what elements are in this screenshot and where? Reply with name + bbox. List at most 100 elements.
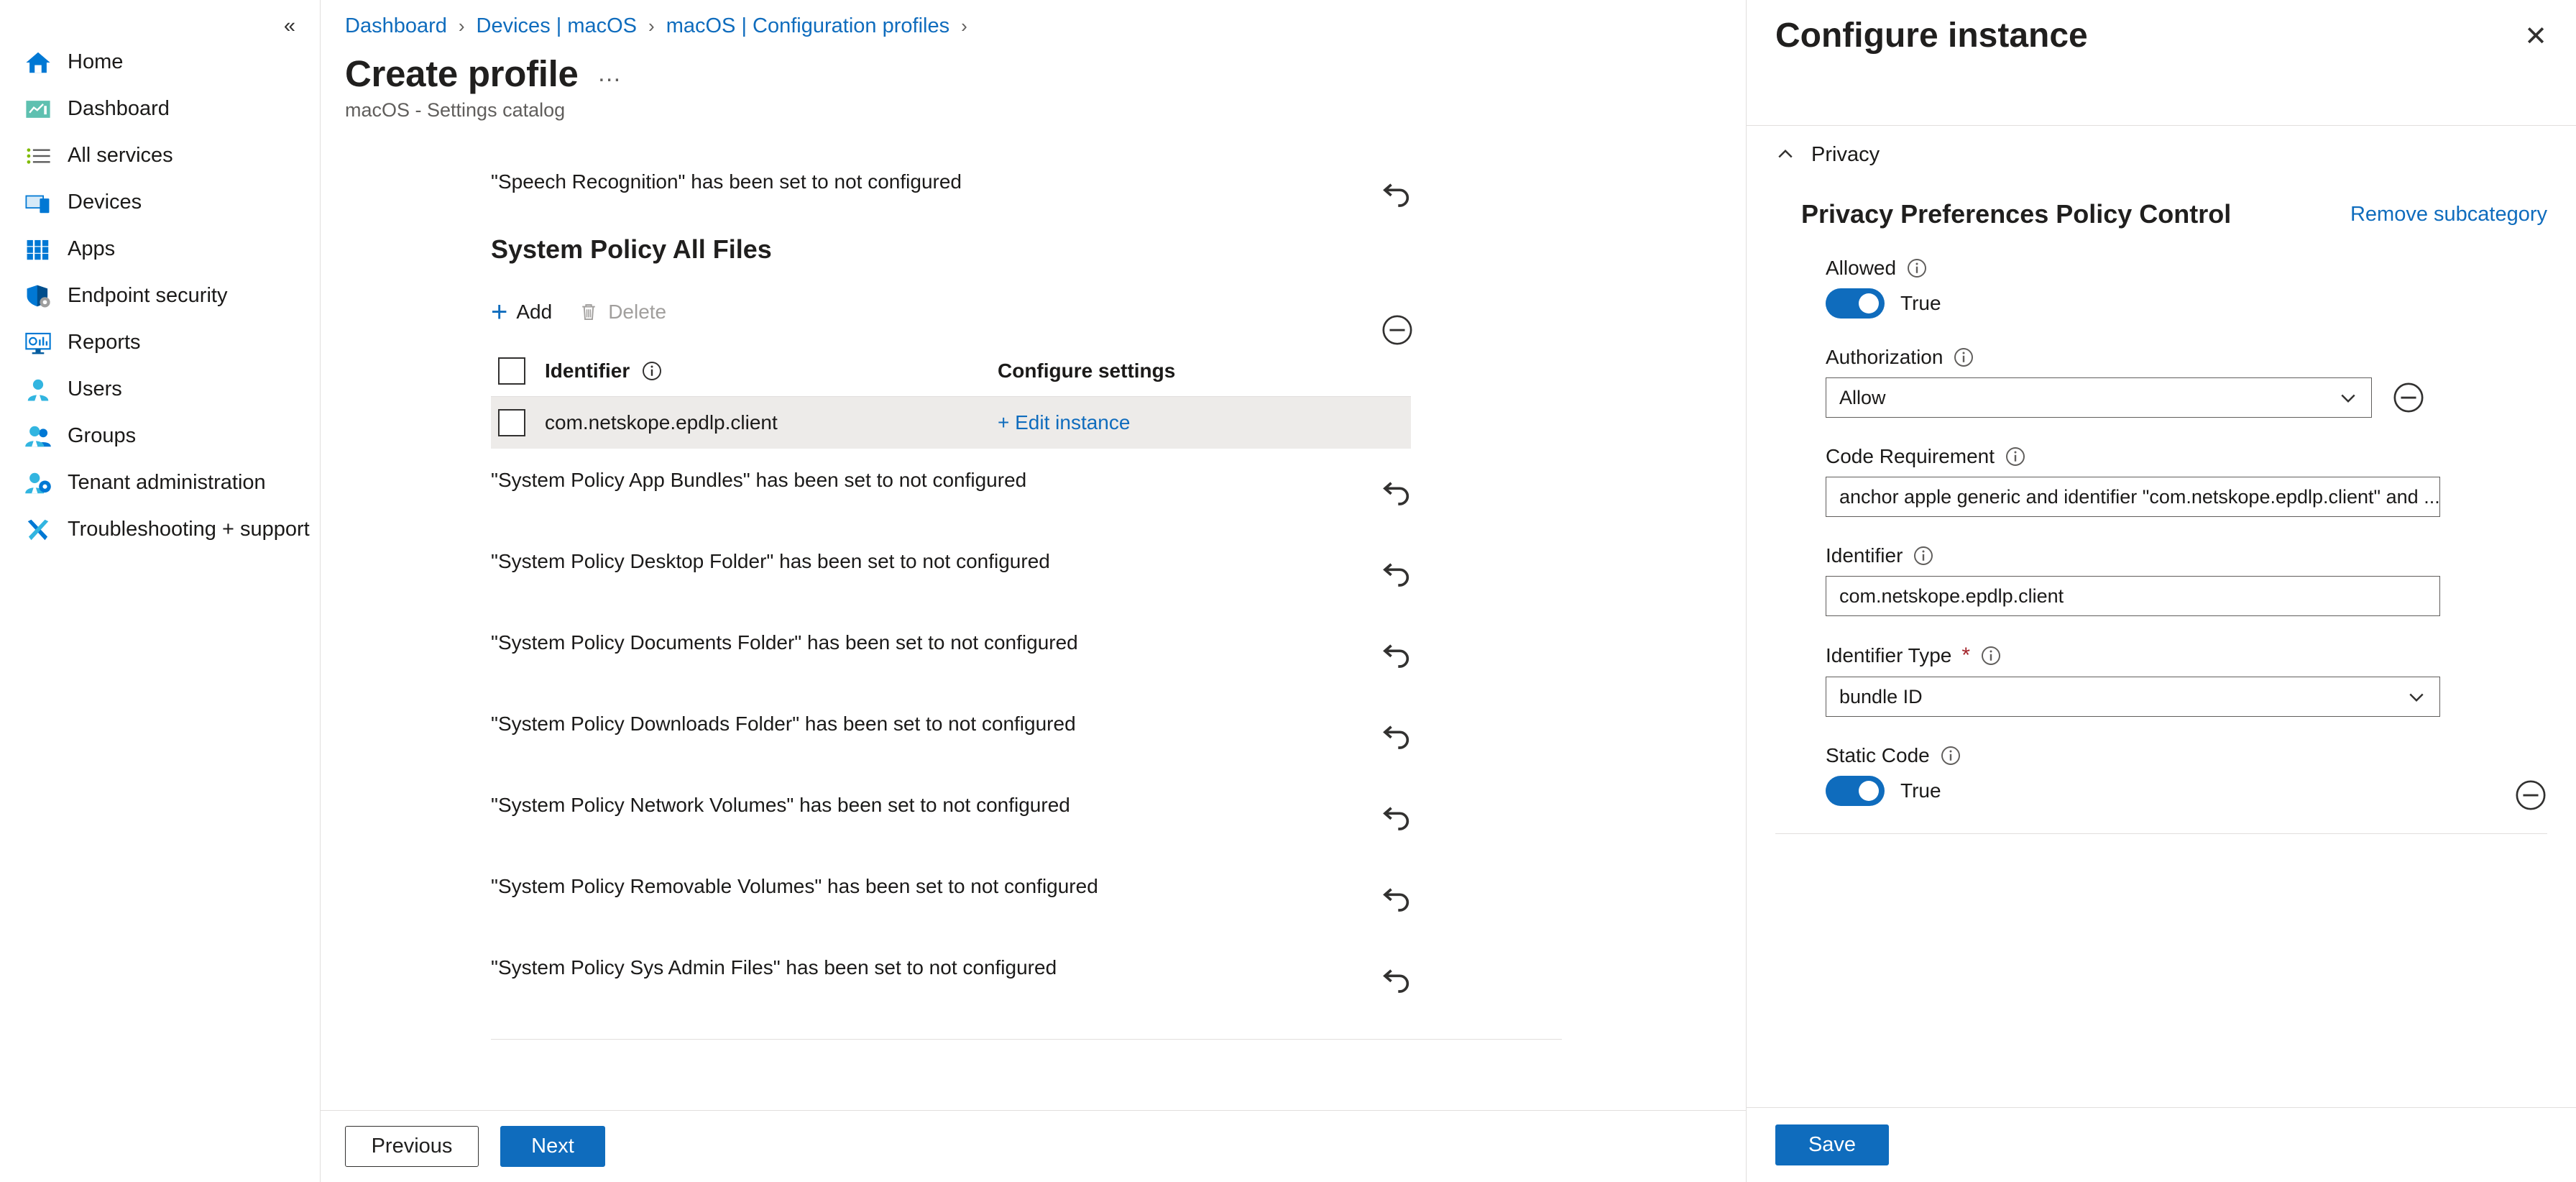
settings-list: "Speech Recognition" has been set to not… bbox=[345, 150, 1562, 1040]
info-icon[interactable] bbox=[1940, 745, 1961, 766]
undo-arrow-icon[interactable] bbox=[1376, 557, 1414, 595]
field-static-code-label: Static Code bbox=[1826, 744, 2547, 767]
remove-subcategory-link[interactable]: Remove subcategory bbox=[2350, 203, 2547, 226]
chevron-down-icon bbox=[2341, 394, 2355, 403]
content-divider bbox=[491, 1039, 1562, 1040]
row-checkbox[interactable] bbox=[498, 409, 525, 436]
previous-button[interactable]: Previous bbox=[345, 1126, 479, 1167]
ellipsis-icon[interactable]: … bbox=[597, 61, 623, 86]
sidebar-item-label: All services bbox=[68, 144, 173, 167]
minus-circle-icon[interactable] bbox=[1381, 313, 1414, 347]
sidebar-item-label: Apps bbox=[68, 237, 116, 260]
table-row[interactable]: com.netskope.epdlp.client + Edit instanc… bbox=[491, 397, 1411, 449]
setting-row: "System Policy Sys Admin Files" has been… bbox=[345, 936, 1459, 1017]
panel-title: Configure instance bbox=[1775, 17, 2088, 55]
field-static-code: Static Code True bbox=[1775, 744, 2547, 810]
authorization-control-row: Allow bbox=[1826, 377, 2547, 418]
sidebar-item-tenant-administration[interactable]: Tenant administration bbox=[0, 459, 320, 506]
sidebar-item-groups[interactable]: Groups bbox=[0, 413, 320, 459]
save-button[interactable]: Save bbox=[1775, 1124, 1889, 1165]
identifier-type-select[interactable]: bundle ID bbox=[1826, 677, 2440, 717]
sidebar-item-dashboard[interactable]: Dashboard bbox=[0, 86, 320, 132]
sidebar-item-apps[interactable]: Apps bbox=[0, 226, 320, 272]
sidebar-item-label: Groups bbox=[68, 424, 137, 447]
panel-header: Configure instance ✕ bbox=[1747, 0, 2576, 126]
panel-section-divider bbox=[1775, 833, 2547, 834]
code-requirement-input[interactable]: anchor apple generic and identifier "com… bbox=[1826, 477, 2440, 517]
accordion-privacy-label: Privacy bbox=[1811, 142, 1880, 166]
sidebar-item-reports[interactable]: Reports bbox=[0, 319, 320, 366]
sidebar-item-endpoint-security[interactable]: Endpoint security bbox=[0, 272, 320, 319]
undo-arrow-icon[interactable] bbox=[1376, 963, 1414, 1001]
field-label-text: Identifier bbox=[1826, 544, 1903, 567]
field-allowed: Allowed True bbox=[1775, 257, 2547, 319]
setting-row: "System Policy Downloads Folder" has bee… bbox=[345, 692, 1459, 774]
group-title: System Policy All Files bbox=[491, 234, 772, 264]
minus-circle-icon[interactable] bbox=[2514, 779, 2547, 812]
undo-arrow-icon[interactable] bbox=[1376, 801, 1414, 838]
sidebar-item-devices[interactable]: Devices bbox=[0, 179, 320, 226]
configure-instance-panel: Configure instance ✕ Privacy Privacy Pre… bbox=[1746, 0, 2576, 1182]
next-button[interactable]: Next bbox=[500, 1126, 605, 1167]
undo-arrow-icon[interactable] bbox=[1376, 882, 1414, 920]
sidebar-item-label: Users bbox=[68, 377, 122, 400]
all-services-icon bbox=[27, 147, 50, 164]
breadcrumb-item-dashboard[interactable]: Dashboard bbox=[345, 14, 447, 38]
info-icon[interactable] bbox=[1913, 545, 1934, 567]
breadcrumb-item-macos-configuration-profiles[interactable]: macOS | Configuration profiles bbox=[666, 14, 949, 38]
sidebar-item-troubleshooting-support[interactable]: Troubleshooting + support bbox=[0, 506, 320, 553]
add-button-label: Add bbox=[516, 301, 553, 323]
info-icon[interactable] bbox=[2005, 446, 2026, 467]
sidebar-item-home[interactable]: Home bbox=[0, 39, 320, 86]
sidebar-item-label: Troubleshooting + support bbox=[68, 518, 310, 541]
chevron-down-icon bbox=[2409, 693, 2424, 702]
user-icon bbox=[27, 379, 49, 400]
field-label-text: Allowed bbox=[1826, 257, 1897, 279]
subcategory-header: Privacy Preferences Policy Control Remov… bbox=[1775, 183, 2547, 229]
delete-button[interactable]: Delete bbox=[578, 301, 666, 324]
identifier-table: Identifier Configure settings com.netsko… bbox=[491, 345, 1411, 449]
info-icon[interactable] bbox=[1980, 645, 2002, 666]
undo-arrow-icon[interactable] bbox=[1376, 476, 1414, 513]
edit-instance-link[interactable]: + Edit instance bbox=[998, 411, 1130, 434]
plus-icon: + bbox=[491, 296, 508, 328]
sidebar-nav-list: Home Dashboard All services Devices Apps… bbox=[0, 39, 320, 553]
sidebar-item-all-services[interactable]: All services bbox=[0, 132, 320, 179]
setting-status-text: "System Policy Documents Folder" has bee… bbox=[491, 631, 1078, 654]
column-header-configure-settings: Configure settings bbox=[998, 359, 1176, 382]
undo-arrow-icon[interactable] bbox=[1376, 638, 1414, 676]
info-icon[interactable] bbox=[1953, 347, 1974, 368]
field-code-requirement: Code Requirement anchor apple generic an… bbox=[1775, 445, 2547, 517]
setting-status-text: "System Policy Network Volumes" has been… bbox=[491, 794, 1070, 816]
field-identifier-type: Identifier Type * bundle ID bbox=[1775, 643, 2547, 717]
minus-circle-icon[interactable] bbox=[2392, 381, 2425, 414]
static-code-toggle[interactable] bbox=[1826, 776, 1885, 806]
sidebar-item-label: Devices bbox=[68, 191, 142, 214]
undo-arrow-icon[interactable] bbox=[1376, 178, 1414, 215]
setting-status-text: "System Policy Sys Admin Files" has been… bbox=[491, 956, 1057, 979]
setting-status-text: "System Policy Desktop Folder" has been … bbox=[491, 550, 1050, 572]
undo-arrow-icon[interactable] bbox=[1376, 720, 1414, 757]
info-icon[interactable] bbox=[1906, 257, 1928, 279]
sidebar-item-users[interactable]: Users bbox=[0, 366, 320, 413]
reports-monitor-icon bbox=[25, 332, 51, 354]
allowed-toggle[interactable] bbox=[1826, 288, 1885, 319]
field-label-text: Code Requirement bbox=[1826, 445, 1995, 467]
field-identifier-label: Identifier bbox=[1826, 544, 2547, 567]
add-button[interactable]: + Add bbox=[491, 298, 552, 326]
select-all-checkbox[interactable] bbox=[498, 357, 525, 385]
info-icon[interactable] bbox=[641, 360, 663, 382]
breadcrumb-item-devices-macos[interactable]: Devices | macOS bbox=[477, 14, 637, 38]
identifier-table-block: + Add Delete Identifier Configure settin… bbox=[345, 298, 1459, 449]
authorization-select[interactable]: Allow bbox=[1826, 377, 2372, 418]
field-label-text: Identifier Type bbox=[1826, 644, 1952, 666]
apps-grid-icon bbox=[27, 239, 49, 260]
field-authorization: Authorization Allow bbox=[1775, 346, 2547, 418]
accordion-privacy[interactable]: Privacy bbox=[1775, 126, 2547, 183]
groups-icon bbox=[25, 426, 51, 446]
page-subtitle: macOS - Settings catalog bbox=[345, 99, 566, 121]
chevron-double-left-icon[interactable]: « bbox=[274, 10, 305, 42]
sidebar-item-label: Tenant administration bbox=[68, 471, 266, 494]
close-icon[interactable]: ✕ bbox=[2524, 23, 2547, 50]
identifier-input[interactable]: com.netskope.epdlp.client bbox=[1826, 576, 2440, 616]
